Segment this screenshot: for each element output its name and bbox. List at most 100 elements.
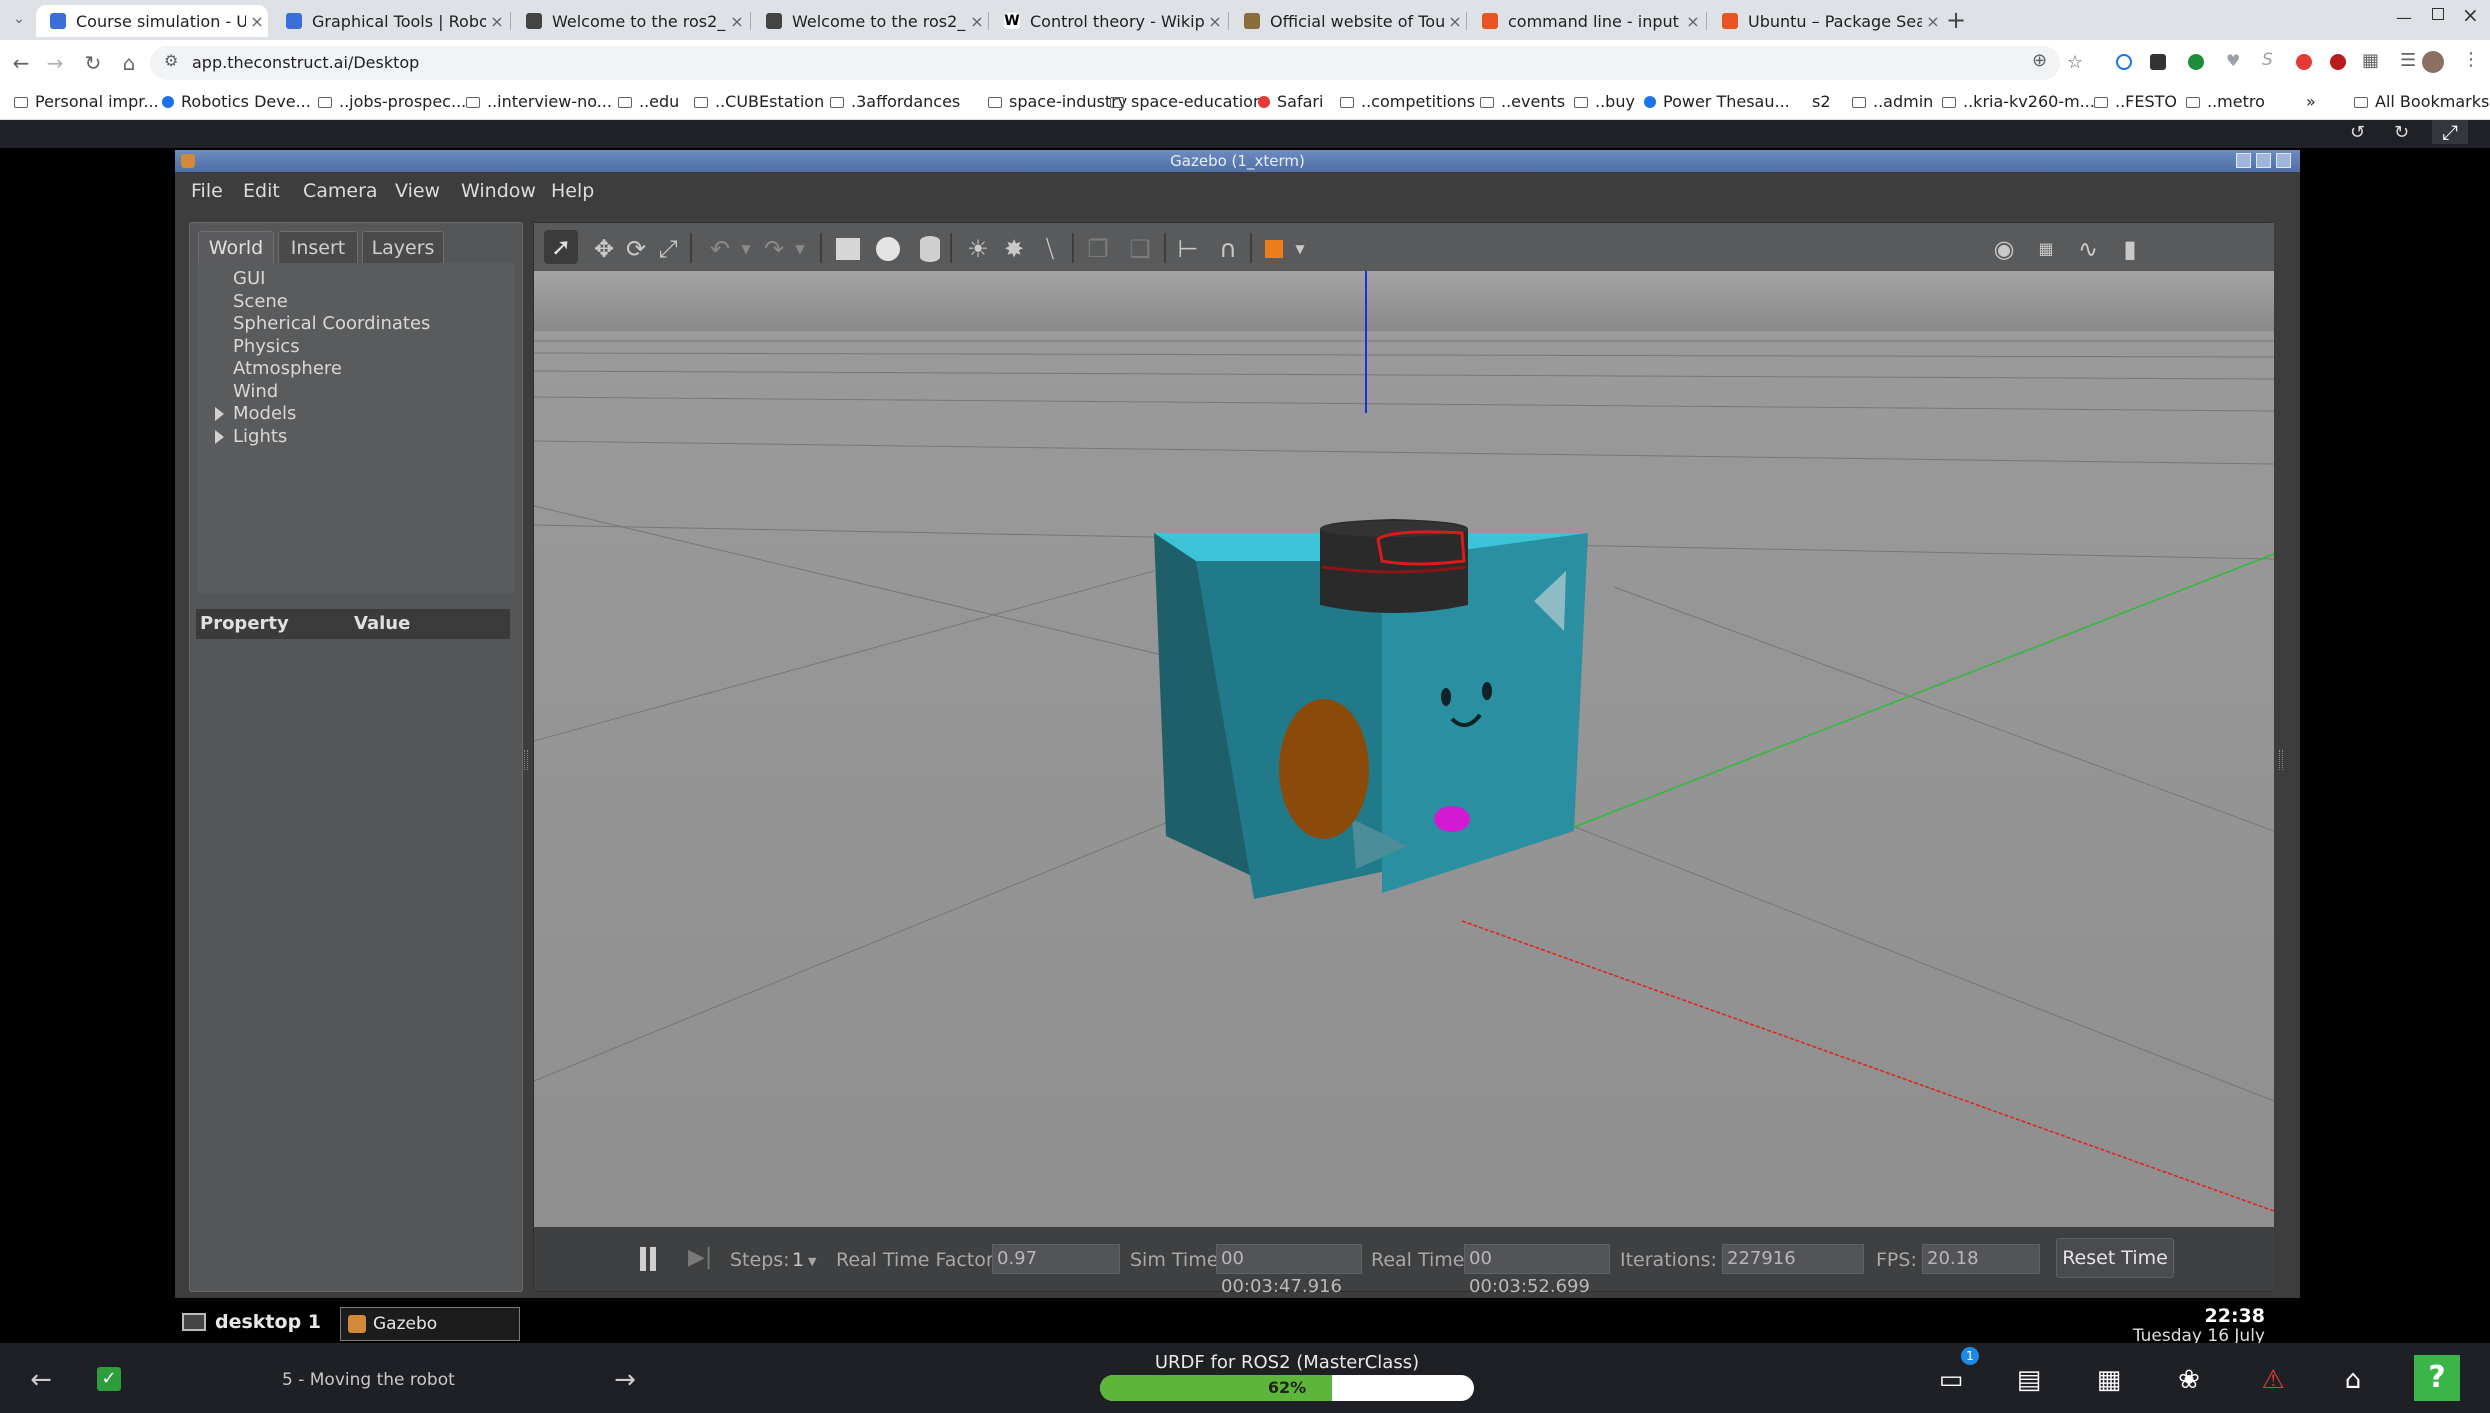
steps-value[interactable]: 1 bbox=[792, 1249, 804, 1271]
tab-close-icon[interactable]: × bbox=[1444, 12, 1466, 31]
browser-tab[interactable]: Welcome to the ros2_control× bbox=[512, 5, 748, 37]
chapter-title[interactable]: 5 - Moving the robot bbox=[282, 1370, 455, 1390]
previous-arrow-icon[interactable]: ← bbox=[24, 1363, 58, 1397]
warning-icon[interactable]: ⚠ bbox=[2256, 1363, 2290, 1397]
select-mode-icon[interactable]: ➚ bbox=[544, 230, 578, 264]
extension-icon-3[interactable] bbox=[2188, 54, 2204, 70]
bookmark-item[interactable]: space-education bbox=[1110, 92, 1263, 111]
translate-mode-icon[interactable]: ✥ bbox=[590, 235, 618, 263]
gazebo-titlebar[interactable]: Gazebo (1_xterm) bbox=[175, 150, 2300, 172]
gz-close-icon[interactable] bbox=[2276, 153, 2291, 168]
bookmark-item[interactable]: ..admin bbox=[1852, 92, 1933, 111]
minimize-window-icon[interactable]: — bbox=[2396, 8, 2412, 27]
reading-list-icon[interactable]: ☰ bbox=[2400, 50, 2416, 71]
log-icon[interactable]: ▦ bbox=[2032, 235, 2060, 263]
plot-icon[interactable]: ∿ bbox=[2074, 235, 2102, 263]
bookmark-item[interactable]: ..metro bbox=[2186, 92, 2265, 111]
cylinder-shape-icon[interactable] bbox=[916, 235, 944, 263]
directional-light-icon[interactable]: ⧹ bbox=[1036, 235, 1064, 263]
all-bookmarks[interactable]: All Bookmarks bbox=[2354, 92, 2489, 111]
steps-dropdown-icon[interactable]: ▼ bbox=[808, 1255, 816, 1268]
desktop-monitor-icon[interactable]: ▭ bbox=[1934, 1363, 1968, 1397]
bookmark-item[interactable]: s2 bbox=[1812, 92, 1831, 111]
next-arrow-icon[interactable]: → bbox=[608, 1363, 642, 1397]
bookmark-item[interactable]: Power Thesau... bbox=[1644, 92, 1790, 111]
browser-tab[interactable]: Ubuntu – Package Search× bbox=[1708, 5, 1944, 37]
spot-light-icon[interactable]: ✸ bbox=[1000, 235, 1028, 263]
tab-close-icon[interactable]: × bbox=[726, 12, 748, 31]
browser-tab[interactable]: Course simulation - URDF for ROS2× bbox=[36, 5, 268, 37]
pause-button[interactable] bbox=[638, 1247, 658, 1271]
forward-icon[interactable]: → bbox=[40, 48, 70, 78]
checkbox-icon[interactable]: ✓ bbox=[97, 1367, 121, 1391]
align-icon[interactable]: ⊢ bbox=[1174, 235, 1202, 263]
tab-close-icon[interactable]: × bbox=[246, 12, 268, 31]
back-icon[interactable]: ← bbox=[6, 48, 36, 78]
home-icon[interactable]: ⌂ bbox=[114, 48, 144, 78]
url-text[interactable]: app.theconstruct.ai/Desktop bbox=[192, 53, 419, 72]
tree-item-expandable[interactable]: Models bbox=[233, 403, 296, 424]
bookmark-item[interactable]: .3affordances bbox=[830, 92, 960, 111]
extension-icon-2[interactable] bbox=[2150, 54, 2166, 70]
extension-icon-6[interactable] bbox=[2296, 54, 2312, 70]
desktop-label[interactable]: desktop 1 bbox=[215, 1311, 321, 1333]
paste-icon[interactable]: ❑ bbox=[1126, 235, 1154, 263]
change-view-icon[interactable] bbox=[1260, 235, 1288, 263]
tab-close-icon[interactable]: × bbox=[486, 12, 508, 31]
tab-close-icon[interactable]: × bbox=[966, 12, 988, 31]
desktop-switcher-icon[interactable] bbox=[182, 1313, 206, 1331]
extension-icon-4[interactable]: ♥ bbox=[2226, 51, 2240, 70]
bookmark-item[interactable]: ..interview-no... bbox=[466, 92, 612, 111]
browser-tab[interactable]: command line - input device× bbox=[1468, 5, 1704, 37]
tab-layers[interactable]: Layers bbox=[362, 231, 444, 263]
undo-history-icon[interactable]: ▼ bbox=[732, 235, 760, 263]
profile-avatar[interactable] bbox=[2422, 51, 2444, 73]
snap-icon[interactable]: ∩ bbox=[1214, 235, 1242, 263]
extension-icon-1[interactable] bbox=[2116, 54, 2132, 70]
panel-splitter-handle[interactable] bbox=[524, 750, 528, 770]
copy-icon[interactable]: ❐ bbox=[1084, 235, 1112, 263]
bookmarks-overflow-icon[interactable]: » bbox=[2306, 92, 2316, 111]
ai-assistant-icon[interactable]: ❀ bbox=[2172, 1363, 2206, 1397]
help-button[interactable]: ? bbox=[2414, 1355, 2460, 1401]
notebook-icon[interactable]: ▤ bbox=[2012, 1363, 2046, 1397]
browser-tab[interactable]: Official website of Tour × bbox=[1230, 5, 1466, 37]
bookmark-star-icon[interactable]: ☆ bbox=[2060, 48, 2090, 78]
undo-icon[interactable]: ↶ bbox=[706, 235, 734, 263]
extensions-puzzle-icon[interactable]: ▦ bbox=[2362, 50, 2379, 71]
redo-history-icon[interactable]: ▼ bbox=[786, 235, 814, 263]
home-icon[interactable]: ⌂ bbox=[2336, 1363, 2370, 1397]
menu-file[interactable]: File bbox=[191, 180, 223, 202]
scene-canvas[interactable] bbox=[534, 271, 2274, 1227]
tree-item[interactable]: Atmosphere bbox=[233, 358, 342, 379]
point-light-icon[interactable]: ☀ bbox=[964, 235, 992, 263]
expand-arrow-icon[interactable] bbox=[215, 429, 224, 444]
scale-mode-icon[interactable]: ⤢ bbox=[654, 235, 682, 263]
tree-item[interactable]: Scene bbox=[233, 291, 288, 312]
reload-icon[interactable]: ↻ bbox=[78, 48, 108, 78]
gazebo-taskbar-button[interactable]: Gazebo (1_xterm) bbox=[340, 1307, 520, 1366]
tree-item[interactable]: GUI bbox=[233, 268, 265, 289]
bookmark-item[interactable]: ..kria-kv260-m... bbox=[1942, 92, 2095, 111]
new-tab-button[interactable]: + bbox=[1946, 6, 1966, 34]
restore-window-icon[interactable] bbox=[2432, 8, 2444, 20]
3d-scene[interactable] bbox=[534, 271, 2274, 1227]
video-record-icon[interactable]: ▮ bbox=[2116, 235, 2144, 263]
reset-time-button[interactable]: Reset Time bbox=[2056, 1238, 2174, 1278]
bookmark-item[interactable]: Safari bbox=[1258, 92, 1323, 111]
tree-item[interactable]: Spherical Coordinates bbox=[233, 313, 430, 334]
site-info-icon[interactable]: ⚙ bbox=[164, 51, 178, 70]
bookmark-item[interactable]: space-industry bbox=[988, 92, 1127, 111]
bookmark-item[interactable]: ..edu bbox=[618, 92, 679, 111]
right-splitter-handle[interactable] bbox=[2279, 750, 2283, 770]
extension-icon-5[interactable]: S bbox=[2262, 50, 2273, 70]
refresh-icon[interactable]: ↻ bbox=[2394, 122, 2409, 143]
menu-edit[interactable]: Edit bbox=[243, 180, 280, 202]
menu-view[interactable]: View bbox=[395, 180, 440, 202]
expand-arrow-icon[interactable] bbox=[215, 407, 224, 421]
bookmark-item[interactable]: ..events bbox=[1480, 92, 1565, 111]
grid-apps-icon[interactable]: ▦ bbox=[2092, 1363, 2126, 1397]
browser-tab[interactable]: W Control theory - Wikipedia× bbox=[990, 5, 1226, 37]
gz-minimize-icon[interactable] bbox=[2236, 153, 2251, 168]
bookmark-item[interactable]: ..buy bbox=[1574, 92, 1635, 111]
